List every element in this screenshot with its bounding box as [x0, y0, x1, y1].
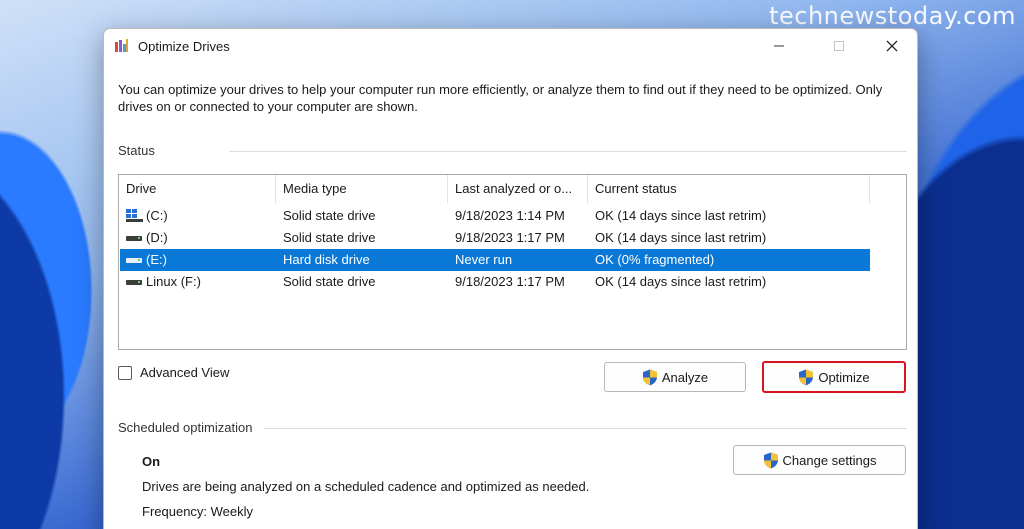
drive-row-f[interactable]: Linux (F:) Solid state drive 9/18/2023 1…	[120, 271, 870, 293]
optimize-button[interactable]: Optimize	[762, 361, 906, 393]
title-bar[interactable]: Optimize Drives	[104, 29, 917, 63]
minimize-button[interactable]	[759, 33, 799, 59]
minimize-icon	[774, 45, 784, 47]
column-media-type[interactable]: Media type	[276, 175, 448, 203]
defrag-icon	[115, 39, 128, 52]
media-type: Solid state drive	[283, 274, 376, 289]
column-last-analyzed[interactable]: Last analyzed or o...	[448, 175, 588, 203]
analyze-label: Analyze	[661, 369, 709, 385]
drives-list[interactable]: Drive Media type Last analyzed or o... C…	[118, 174, 907, 350]
current-status: OK (14 days since last retrim)	[595, 274, 767, 289]
current-status: OK (0% fragmented)	[595, 252, 715, 267]
last-analyzed: 9/18/2023 1:17 PM	[455, 230, 565, 245]
intro-text: You can optimize your drives to help you…	[118, 82, 883, 114]
schedule-description: Drives are being analyzed on a scheduled…	[142, 479, 590, 494]
window-title: Optimize Drives	[138, 39, 230, 54]
drive-name: (E:)	[146, 252, 167, 267]
close-icon	[886, 40, 898, 52]
maximize-button[interactable]	[819, 33, 859, 59]
change-settings-button[interactable]: Change settings	[733, 445, 906, 475]
column-drive[interactable]: Drive	[119, 175, 276, 203]
column-current-status[interactable]: Current status	[588, 175, 870, 203]
media-type: Hard disk drive	[283, 252, 370, 267]
shield-icon	[799, 369, 814, 385]
windows-drive-icon	[126, 209, 143, 222]
status-divider	[229, 151, 907, 152]
schedule-frequency: Frequency: Weekly	[142, 504, 254, 519]
change-settings-label: Change settings	[782, 452, 877, 468]
scheduled-optimization-label: Scheduled optimization	[118, 420, 253, 435]
watermark-text: technewstoday.com	[769, 2, 1016, 30]
maximize-icon	[834, 41, 844, 51]
advanced-view-checkbox[interactable]	[118, 366, 132, 380]
drive-name: Linux (F:)	[146, 274, 201, 289]
schedule-state: On	[142, 454, 161, 469]
optimize-label: Optimize	[818, 369, 870, 385]
drive-name: (C:)	[146, 208, 168, 223]
shield-icon	[763, 452, 778, 468]
drive-row-d[interactable]: (D:) Solid state drive 9/18/2023 1:17 PM…	[120, 227, 870, 249]
drive-icon	[126, 234, 142, 242]
last-analyzed: Never run	[455, 252, 513, 267]
analyze-button[interactable]: Analyze	[604, 362, 746, 392]
scheduled-divider	[264, 428, 907, 429]
status-label: Status	[118, 143, 155, 158]
close-button[interactable]	[872, 33, 912, 59]
current-status: OK (14 days since last retrim)	[595, 230, 767, 245]
drive-icon	[126, 256, 142, 264]
media-type: Solid state drive	[283, 208, 376, 223]
drive-row-c[interactable]: (C:) Solid state drive 9/18/2023 1:14 PM…	[120, 205, 870, 227]
drive-row-e[interactable]: (E:) Hard disk drive Never run OK (0% fr…	[120, 249, 870, 271]
drives-list-header: Drive Media type Last analyzed or o... C…	[119, 175, 906, 203]
current-status: OK (14 days since last retrim)	[595, 208, 767, 223]
drive-icon	[126, 278, 142, 286]
drive-name: (D:)	[146, 230, 168, 245]
shield-icon	[642, 369, 657, 385]
media-type: Solid state drive	[283, 230, 376, 245]
last-analyzed: 9/18/2023 1:17 PM	[455, 274, 565, 289]
last-analyzed: 9/18/2023 1:14 PM	[455, 208, 565, 223]
advanced-view-label[interactable]: Advanced View	[140, 365, 229, 380]
optimize-drives-window: Optimize Drives You can optimize your dr…	[103, 28, 918, 529]
